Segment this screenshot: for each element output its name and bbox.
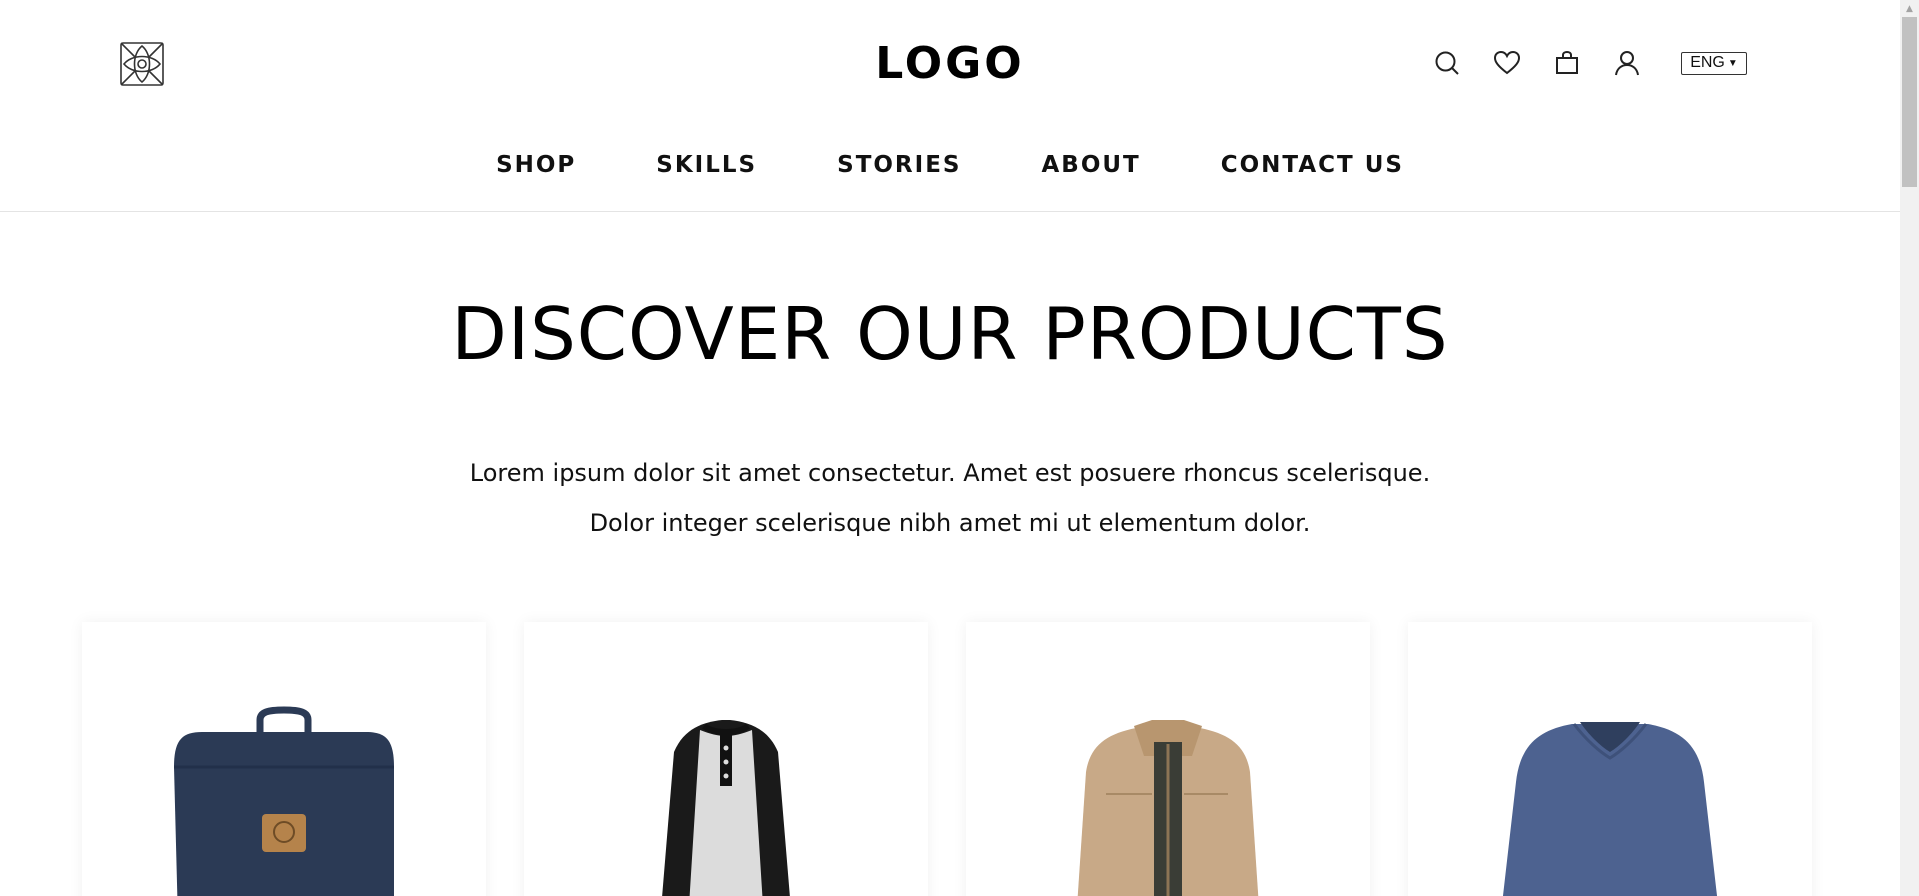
nav-item-contact-us[interactable]: CONTACT US: [1181, 152, 1444, 178]
hero-description-line-2: Dolor integer scelerisque nibh amet mi u…: [589, 509, 1311, 537]
language-select[interactable]: ENG ▼: [1681, 51, 1747, 75]
product-card-henley[interactable]: [524, 622, 928, 896]
product-grid: [82, 622, 1812, 896]
vertical-scrollbar[interactable]: ▲: [1900, 0, 1919, 896]
nav-item-skills[interactable]: SKILLS: [616, 152, 797, 178]
product-card-sweater[interactable]: [1408, 622, 1812, 896]
sweater-image: [1502, 722, 1718, 896]
nav-item-about[interactable]: ABOUT: [1001, 152, 1180, 178]
jacket-image: [1077, 720, 1259, 896]
page-title: DISCOVER OUR PRODUCTS: [451, 292, 1449, 376]
chevron-down-icon: ▼: [1727, 57, 1738, 69]
shopping-bag-icon[interactable]: [1553, 49, 1581, 77]
henley-tshirt-image: [662, 720, 790, 896]
scroll-up-arrow-icon[interactable]: ▲: [1900, 0, 1919, 17]
product-card-jacket[interactable]: [966, 622, 1370, 896]
nav-item-stories[interactable]: STORIES: [797, 152, 1001, 178]
product-card-backpack[interactable]: [82, 622, 486, 896]
backpack-image: [174, 706, 394, 896]
hero-description: Lorem ipsum dolor sit amet consectetur. …: [0, 448, 1900, 548]
main-nav: SHOP SKILLS STORIES ABOUT CONTACT US: [0, 152, 1900, 178]
scrollbar-thumb[interactable]: [1902, 17, 1917, 187]
site-header: LOGO ENG ▼ SHOP SKILLS STORIES ABOUT CON…: [0, 0, 1900, 212]
language-value: ENG: [1690, 54, 1725, 71]
heart-icon[interactable]: [1493, 49, 1521, 77]
nav-item-shop[interactable]: SHOP: [456, 152, 616, 178]
search-icon[interactable]: [1433, 49, 1461, 77]
header-actions: ENG ▼: [1401, 49, 1747, 77]
hero-description-line-1: Lorem ipsum dolor sit amet consectetur. …: [469, 459, 1431, 487]
user-icon[interactable]: [1613, 49, 1641, 77]
